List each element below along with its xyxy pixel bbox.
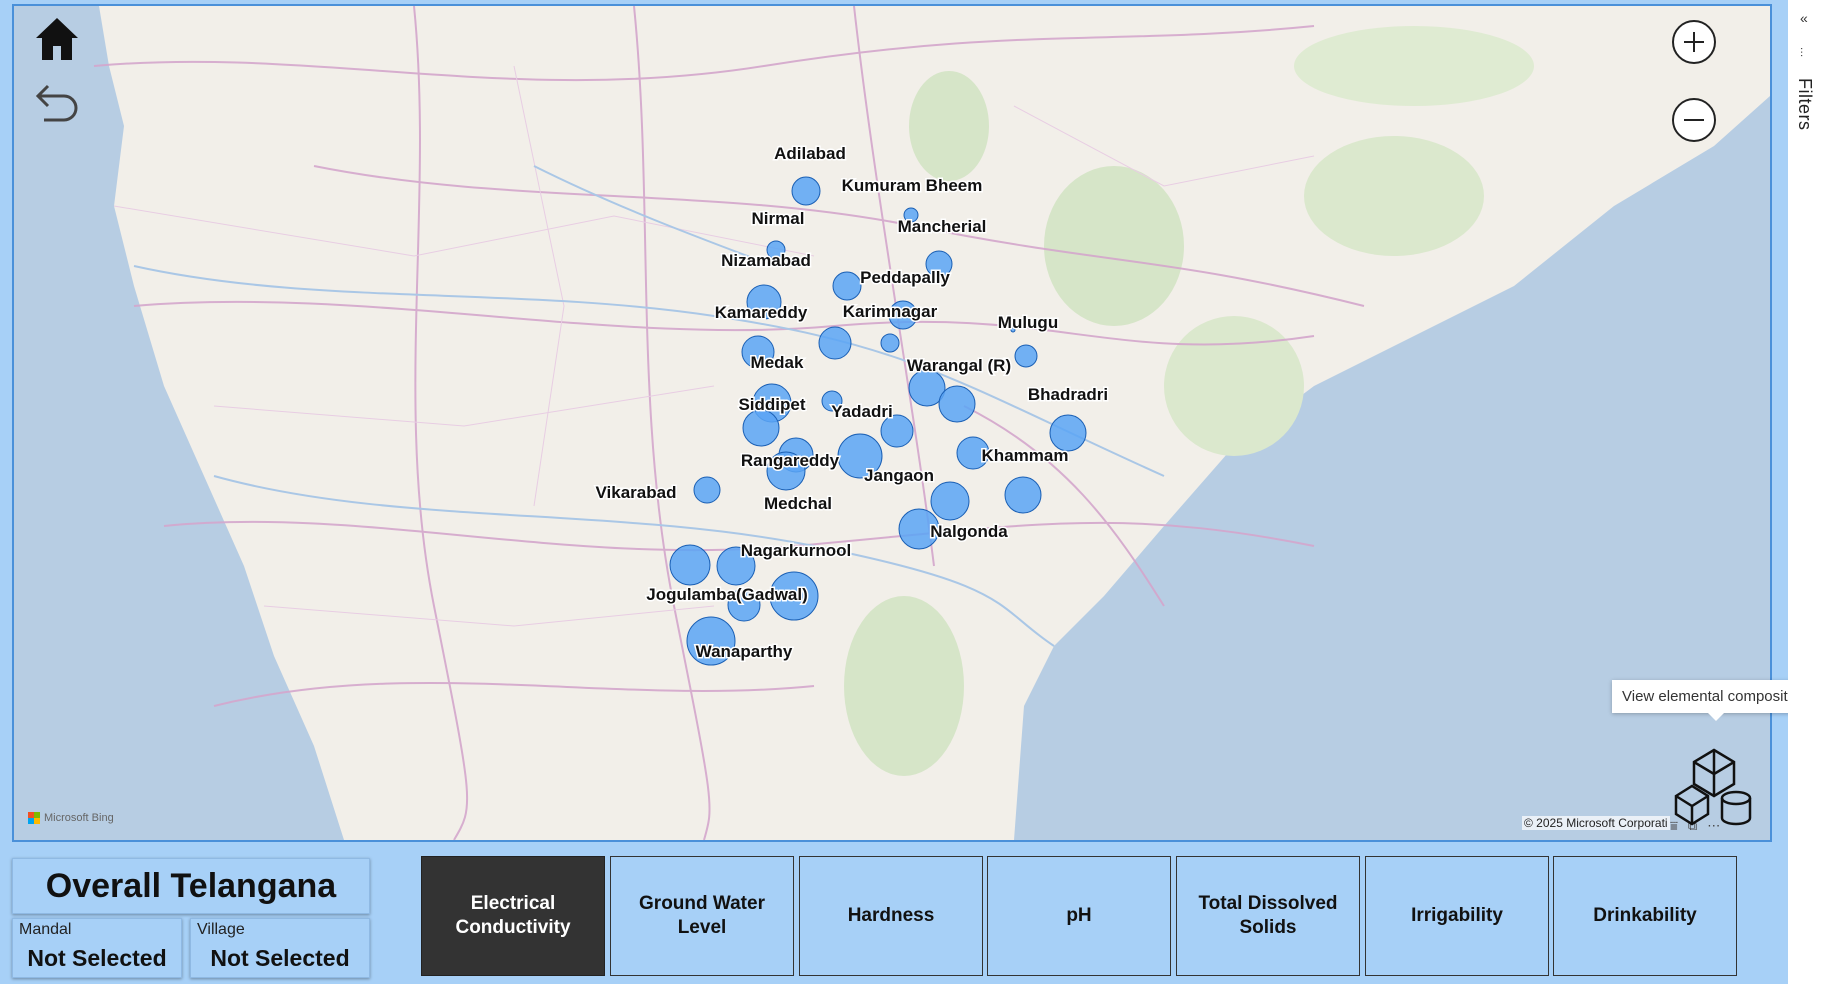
elemental-composition-icon[interactable] — [1672, 744, 1756, 828]
district-label: Peddapally — [860, 268, 950, 287]
forest-patch — [1164, 316, 1304, 456]
district-label: Medak — [751, 353, 804, 372]
district-label: Yadadri — [831, 402, 892, 421]
electrical-conductivity-button[interactable]: Electrical Conductivity — [421, 856, 605, 976]
district-bubble[interactable] — [693, 476, 721, 504]
mandal-label: Mandal — [19, 921, 72, 938]
district-label: Jangaon — [864, 466, 934, 485]
district-label: Medchal — [764, 494, 832, 513]
district-label: Jogulamba(Gadwal) — [646, 585, 808, 604]
district-label: Kamareddy — [715, 303, 808, 322]
zoom-in-icon[interactable] — [1672, 20, 1716, 64]
microsoft-logo-icon — [28, 812, 40, 824]
map-canvas[interactable]: Adilabad Kumuram Bheem Nirmal Mancherial Niz… — [14, 6, 1770, 840]
collapse-chevron-icon[interactable]: « — [1800, 10, 1808, 26]
district-label: Adilabad — [774, 144, 846, 163]
district-label: Rangareddy — [741, 451, 840, 470]
drinkability-button[interactable]: Drinkability — [1553, 856, 1737, 976]
region-title: Overall Telangana — [12, 858, 370, 914]
app-root: Adilabad Kumuram Bheem Nirmal Mancherial Niz… — [0, 0, 1822, 984]
district-bubble[interactable] — [880, 333, 900, 353]
district-label: Nagarkurnool — [741, 541, 852, 560]
district-label: Warangal (R) — [907, 356, 1011, 375]
minor-roads — [113, 65, 1315, 627]
mandal-value: Not Selected — [27, 945, 167, 971]
district-label: Nirmal — [752, 209, 805, 228]
hardness-button[interactable]: Hardness — [799, 856, 983, 976]
district-bubble[interactable] — [818, 326, 852, 360]
forest-patch — [1294, 26, 1534, 106]
district-bubble[interactable] — [669, 544, 711, 586]
ground-water-level-button[interactable]: Ground Water Level — [610, 856, 794, 976]
village-value: Not Selected — [210, 945, 350, 971]
district-label: Nalgonda — [930, 522, 1008, 541]
district-label: Bhadradri — [1028, 385, 1108, 404]
district-bubble[interactable] — [742, 409, 780, 447]
district-label: Nizamabad — [721, 251, 811, 270]
forest-patch — [1304, 136, 1484, 256]
bing-label: Microsoft Bing — [44, 812, 114, 824]
rivers — [133, 165, 1165, 647]
western-sea — [14, 6, 344, 840]
filter-pane-icon[interactable]: ⫶ — [1800, 46, 1803, 61]
filters-pane: « ⫶ Filters — [1788, 0, 1822, 984]
district-bubble[interactable] — [930, 481, 970, 521]
district-bubble[interactable] — [1014, 344, 1038, 368]
village-label: Village — [197, 921, 245, 938]
forest-patch — [844, 596, 964, 776]
bing-attribution: Microsoft Bing — [28, 812, 114, 824]
back-arrow-icon[interactable] — [28, 76, 86, 128]
village-selector[interactable]: Village Not Selected — [190, 918, 370, 978]
zoom-out-icon[interactable] — [1672, 98, 1716, 142]
district-label: Karimnagar — [843, 302, 938, 321]
district-label: Khammam — [982, 446, 1069, 465]
irrigability-button[interactable]: Irrigability — [1365, 856, 1549, 976]
district-bubble[interactable] — [791, 176, 821, 206]
filters-pane-label[interactable]: Filters — [1794, 78, 1815, 131]
district-label: Wanaparthy — [696, 642, 793, 661]
district-bubble[interactable] — [832, 271, 862, 301]
forest-patch — [909, 71, 989, 181]
map-copyright[interactable]: © 2025 Microsoft Corporati — [1522, 816, 1670, 830]
tooltip: View elemental composition — [1612, 680, 1818, 721]
district-label: Vikarabad — [596, 483, 677, 502]
district-labels: Adilabad Kumuram Bheem Nirmal Mancherial Niz… — [594, 143, 1110, 663]
district-label: Kumuram Bheem — [842, 176, 983, 195]
home-icon[interactable] — [28, 10, 86, 68]
district-label: Mancherial — [898, 217, 987, 236]
map-visual[interactable]: Adilabad Kumuram Bheem Nirmal Mancherial Niz… — [12, 4, 1772, 842]
forest-patch — [1044, 166, 1184, 326]
district-bubble[interactable] — [1004, 476, 1042, 514]
total-dissolved-solids-button[interactable]: Total Dissolved Solids — [1176, 856, 1360, 976]
district-label: Mulugu — [998, 313, 1058, 332]
mandal-selector[interactable]: Mandal Not Selected — [12, 918, 182, 978]
ph-button[interactable]: pH — [987, 856, 1171, 976]
district-bubble[interactable] — [938, 385, 976, 423]
district-label: Siddipet — [738, 395, 805, 414]
